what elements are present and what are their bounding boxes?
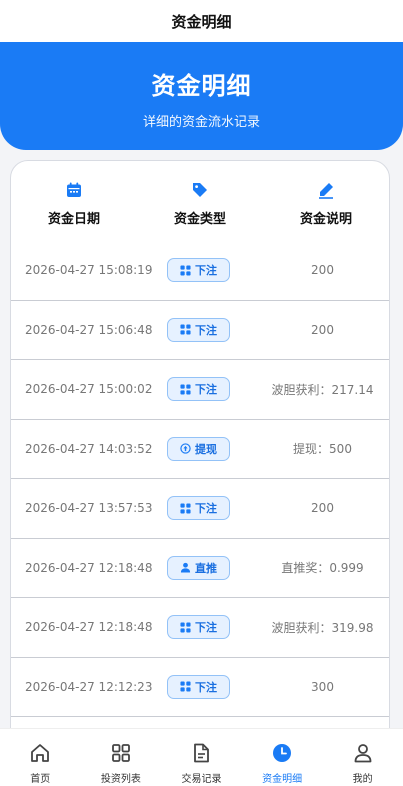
row-description: 300: [311, 679, 334, 694]
grid-icon: [180, 622, 191, 633]
type-badge-label: 下注: [195, 323, 217, 337]
type-badge-label: 下注: [195, 502, 217, 516]
type-badge[interactable]: 直推: [167, 555, 230, 580]
table-row: 2026-04-27 13:57:53 下注 200: [11, 479, 389, 539]
type-badge-label: 下注: [195, 264, 217, 278]
tab-label: 投资列表: [100, 774, 141, 785]
tag-icon: [193, 183, 207, 197]
page-title: 资金明细: [171, 12, 232, 31]
table-row: 2026-04-27 12:18:48 直推 直推奖：0.999: [11, 539, 389, 598]
row-type: 下注: [141, 615, 256, 640]
row-date: 2026-04-27 12:12:23: [25, 679, 153, 694]
column-header-label: 资金日期: [47, 212, 100, 227]
table-header: 资金日期 资金类型 资金说明: [11, 161, 389, 241]
table-row: 2026-04-27 14:03:52 提现 提现：500: [11, 420, 389, 479]
type-badge[interactable]: 下注: [167, 377, 230, 402]
type-badge[interactable]: 下注: [167, 674, 230, 699]
row-description: 波胆获利：217.14: [271, 382, 374, 397]
tab-grid[interactable]: 投资列表: [81, 729, 162, 786]
type-badge[interactable]: 下注: [167, 496, 230, 521]
grid-icon: [180, 681, 191, 692]
row-description: 200: [311, 263, 334, 278]
row-description: 200: [311, 322, 334, 337]
hero-title: 资金明细: [151, 72, 252, 100]
fund-detail-table: 资金日期 资金类型 资金说明 2026-04-27 15:08:19 下注 20…: [10, 160, 390, 786]
row-date: 2026-04-27 12:18:48: [25, 560, 153, 575]
type-badge[interactable]: 下注: [167, 317, 230, 342]
type-badge[interactable]: 下注: [167, 615, 230, 640]
row-date: 2026-04-27 15:00:02: [25, 382, 153, 397]
row-date: 2026-04-27 14:03:52: [25, 441, 153, 456]
arrow-up-circle-icon: [180, 443, 191, 454]
row-type: 直推: [141, 555, 256, 580]
bottom-tab-bar: 首页 投资列表 交易记录 资金明细 我的: [0, 728, 403, 786]
row-type: 下注: [141, 258, 256, 283]
tab-document[interactable]: 交易记录: [161, 729, 242, 786]
tab-user[interactable]: 我的: [322, 729, 403, 786]
table-row: 2026-04-27 15:00:02 下注 波胆获利：217.14: [11, 360, 389, 420]
hero-banner: 资金明细 详细的资金流水记录: [0, 42, 403, 150]
table-row: 2026-04-27 12:18:48 下注 波胆获利：319.98: [11, 598, 389, 658]
row-date: 2026-04-27 15:06:48: [25, 322, 153, 337]
tab-clock[interactable]: 资金明细: [242, 729, 323, 786]
row-description: 提现：500: [293, 442, 352, 457]
row-date: 2026-04-27 15:08:19: [25, 263, 153, 278]
calendar-icon: [67, 182, 81, 197]
column-header-date: 资金日期: [11, 161, 137, 241]
grid-icon: [110, 742, 132, 764]
table-row: 2026-04-27 15:08:19 下注 200: [11, 241, 389, 301]
hero-subtitle: 详细的资金流水记录: [142, 115, 260, 130]
type-badge[interactable]: 提现: [167, 436, 230, 461]
row-description: 直推奖：0.999: [281, 561, 364, 576]
type-badge-label: 下注: [195, 383, 217, 397]
pen-icon: [319, 183, 333, 199]
user-icon: [180, 562, 191, 573]
top-bar: 资金明细: [0, 0, 403, 42]
column-header-label: 资金说明: [299, 212, 352, 227]
row-type: 下注: [141, 377, 256, 402]
type-badge-label: 下注: [195, 680, 217, 694]
tab-home[interactable]: 首页: [0, 729, 81, 786]
grid-icon: [180, 265, 191, 276]
row-type: 下注: [141, 674, 256, 699]
user-icon: [352, 742, 374, 764]
type-badge[interactable]: 下注: [167, 258, 230, 283]
tab-label: 交易记录: [181, 774, 222, 785]
home-icon: [29, 742, 51, 764]
tab-label: 首页: [30, 774, 51, 785]
table-row: 2026-04-27 12:12:23 下注 300: [11, 658, 389, 717]
row-type: 下注: [141, 496, 256, 521]
grid-icon: [180, 384, 191, 395]
row-description: 波胆获利：319.98: [271, 620, 374, 635]
table-row: 2026-04-27 15:06:48 下注 200: [11, 301, 389, 360]
column-header-label: 资金类型: [173, 212, 226, 227]
type-badge-label: 直推: [195, 561, 217, 575]
row-description: 200: [311, 501, 334, 516]
row-type: 下注: [141, 317, 256, 342]
grid-icon: [180, 324, 191, 335]
type-badge-label: 下注: [195, 621, 217, 635]
row-date: 2026-04-27 13:57:53: [25, 501, 153, 516]
tab-label: 资金明细: [262, 774, 303, 785]
row-date: 2026-04-27 12:18:48: [25, 620, 153, 635]
row-type: 提现: [141, 436, 256, 461]
table-body: 2026-04-27 15:08:19 下注 200 2026-04-27 15…: [11, 241, 389, 717]
clock-icon: [271, 742, 293, 764]
column-header-desc: 资金说明: [263, 161, 389, 241]
tab-label: 我的: [352, 774, 373, 785]
document-icon: [190, 742, 212, 764]
column-header-type: 资金类型: [137, 161, 263, 241]
grid-icon: [180, 503, 191, 514]
type-badge-label: 提现: [195, 442, 217, 456]
